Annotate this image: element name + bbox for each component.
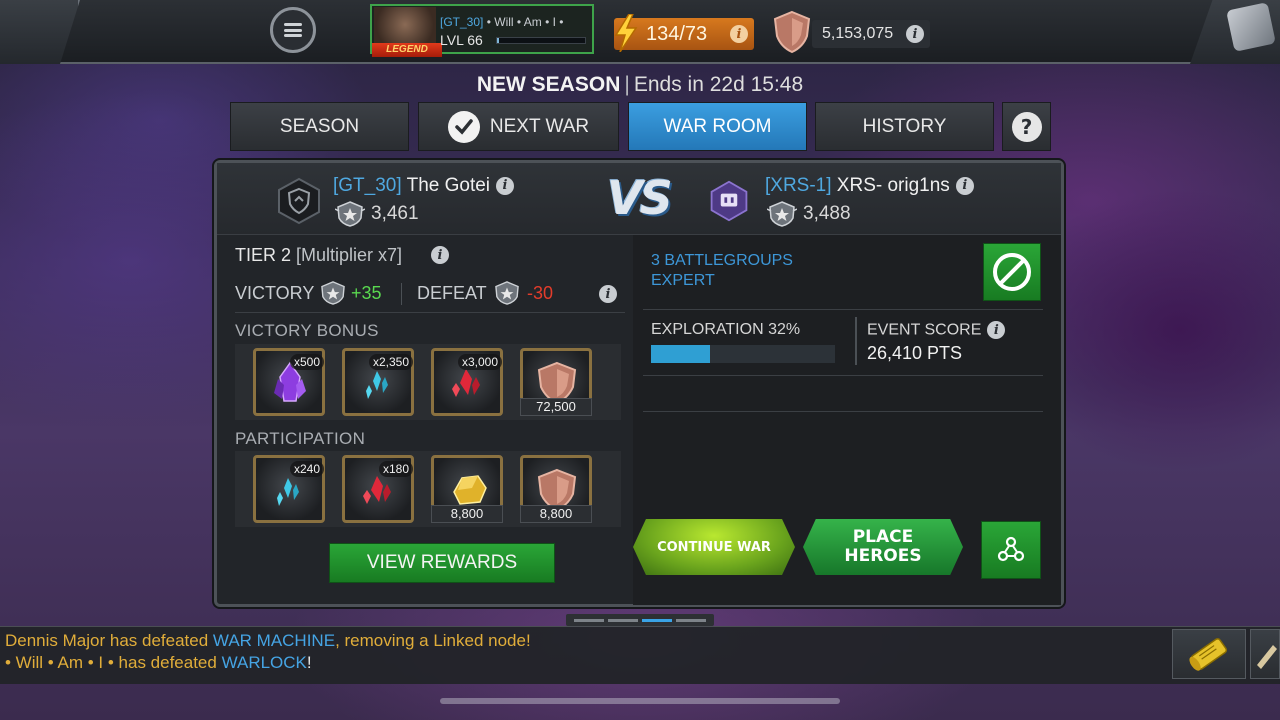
war-rating-icon xyxy=(767,201,797,227)
home-alliance-rating: 3,461 xyxy=(335,201,419,227)
player-profile[interactable]: LEGEND [GT_30] • Will • Am • I • LVL 66 xyxy=(370,4,594,57)
war-rating-icon xyxy=(495,281,519,305)
info-icon[interactable]: i xyxy=(431,246,449,264)
player-avatar: LEGEND xyxy=(372,7,442,57)
xp-bar xyxy=(496,37,586,44)
victory-defeat-line: VICTORY +35 DEFEAT -30 i xyxy=(235,281,625,313)
bronze-shield-icon xyxy=(773,10,811,54)
continue-war-button[interactable]: CONTINUE WAR xyxy=(633,519,795,575)
topbar-right-frame xyxy=(1190,0,1280,64)
event-ticker: Dennis Major has defeated WAR MACHINE, r… xyxy=(0,626,1280,684)
victory-bonus-label: VICTORY BONUS xyxy=(235,321,379,340)
info-icon[interactable]: i xyxy=(987,321,1006,339)
war-map-button[interactable] xyxy=(981,521,1041,579)
war-rating-icon xyxy=(321,281,345,305)
pencil-icon xyxy=(1257,645,1277,669)
gold-value: 5,153,075 xyxy=(822,25,894,42)
tab-season[interactable]: SEASON xyxy=(230,102,409,151)
war-room-panel: [GT_30] The Gotei i 3,461 VS [XRS-1] XRS-… xyxy=(214,160,1064,607)
reward-item[interactable]: 8,800 xyxy=(520,455,592,523)
crystal-corner-icon[interactable] xyxy=(1226,2,1276,52)
matchup-header: [GT_30] The Gotei i 3,461 VS [XRS-1] XRS-… xyxy=(217,163,1061,235)
defeat-points: -30 xyxy=(527,283,554,303)
home-indicator xyxy=(440,698,840,704)
prohibited-icon xyxy=(993,253,1031,291)
legend-badge: LEGEND xyxy=(372,43,442,57)
hamburger-icon xyxy=(284,23,302,37)
reward-item[interactable]: x2,350 xyxy=(342,348,414,416)
ticker-message: Dennis Major has defeated WAR MACHINE, r… xyxy=(5,631,531,650)
enemy-alliance-name: [XRS-1] XRS- orig1ns i xyxy=(765,175,974,197)
reward-item[interactable]: 72,500 xyxy=(520,348,592,416)
info-icon[interactable]: i xyxy=(906,25,924,43)
top-bar: LEGEND [GT_30] • Will • Am • I • LVL 66 … xyxy=(0,0,1280,64)
scroll-button[interactable] xyxy=(1172,629,1246,679)
page-indicator xyxy=(566,614,714,626)
exploration-label: EXPLORATION 32% xyxy=(651,321,801,338)
battlegroups-info: 3 BATTLEGROUPS EXPERT xyxy=(651,252,793,289)
rewards-column: TIER 2 [Multiplier x7] i VICTORY +35 DEF… xyxy=(235,235,627,605)
help-button[interactable]: ? xyxy=(1002,102,1051,151)
ticker-message: • Will • Am • I • has defeated WARLOCK! xyxy=(5,653,312,672)
player-level: LVL 66 xyxy=(440,32,483,48)
energy-counter[interactable]: 134/73 i xyxy=(614,14,754,52)
menu-button[interactable] xyxy=(270,7,316,53)
prohibit-button[interactable] xyxy=(983,243,1041,301)
node-map-icon xyxy=(997,536,1025,562)
info-icon[interactable]: i xyxy=(955,176,974,195)
tab-next-war[interactable]: NEXT WAR xyxy=(418,102,619,151)
war-rating-icon xyxy=(335,201,365,227)
vs-label: VS xyxy=(607,171,673,225)
tab-history[interactable]: HISTORY xyxy=(815,102,994,151)
home-alliance-name: [GT_30] The Gotei i xyxy=(333,175,515,197)
war-status-column: 3 BATTLEGROUPS EXPERT EXPLORATION 32% EV… xyxy=(633,235,1061,605)
gold-counter[interactable]: 5,153,075 i xyxy=(812,20,930,48)
topbar-left-frame xyxy=(0,0,80,64)
event-score-label: EVENT SCORE i xyxy=(867,321,1006,340)
info-icon[interactable]: i xyxy=(496,176,515,195)
reward-item[interactable]: x240 xyxy=(253,455,325,523)
exploration-progress xyxy=(651,345,835,363)
participation-label: PARTICIPATION xyxy=(235,429,366,448)
reward-item[interactable]: x3,000 xyxy=(431,348,503,416)
season-countdown: Ends in 22d 15:48 xyxy=(633,73,804,96)
checkmark-icon xyxy=(447,110,480,143)
tier-info: TIER 2 [Multiplier x7] i xyxy=(235,245,449,266)
participation-row: x240 x180 8,800 8,800 xyxy=(235,451,621,527)
question-mark-icon: ? xyxy=(1011,111,1042,142)
event-score-value: 26,410 PTS xyxy=(867,343,963,363)
reward-item[interactable]: x180 xyxy=(342,455,414,523)
player-name: [GT_30] • Will • Am • I • xyxy=(440,15,564,29)
place-heroes-button[interactable]: PLACE HEROES xyxy=(803,519,963,575)
victory-bonus-row: x500 x2,350 x3,000 72,500 xyxy=(235,344,621,420)
view-rewards-button[interactable]: VIEW REWARDS xyxy=(329,543,555,583)
victory-points: +35 xyxy=(351,283,382,303)
info-icon[interactable]: i xyxy=(730,25,748,43)
season-title: NEW SEASON xyxy=(476,73,621,96)
tab-war-room[interactable]: WAR ROOM xyxy=(628,102,807,151)
energy-value: 134/73 xyxy=(646,23,708,45)
info-icon[interactable]: i xyxy=(599,285,617,303)
enemy-alliance-emblem-icon xyxy=(710,180,748,222)
reward-item[interactable]: x500 xyxy=(253,348,325,416)
side-menu-button[interactable] xyxy=(1250,629,1280,679)
home-alliance-emblem-icon xyxy=(278,177,320,225)
enemy-alliance-rating: 3,488 xyxy=(767,201,851,227)
scroll-icon xyxy=(1189,638,1228,671)
season-header: NEW SEASON | Ends in 22d 15:48 xyxy=(476,73,804,96)
lightning-bolt-icon xyxy=(614,14,638,52)
reward-item[interactable]: 8,800 xyxy=(431,455,503,523)
